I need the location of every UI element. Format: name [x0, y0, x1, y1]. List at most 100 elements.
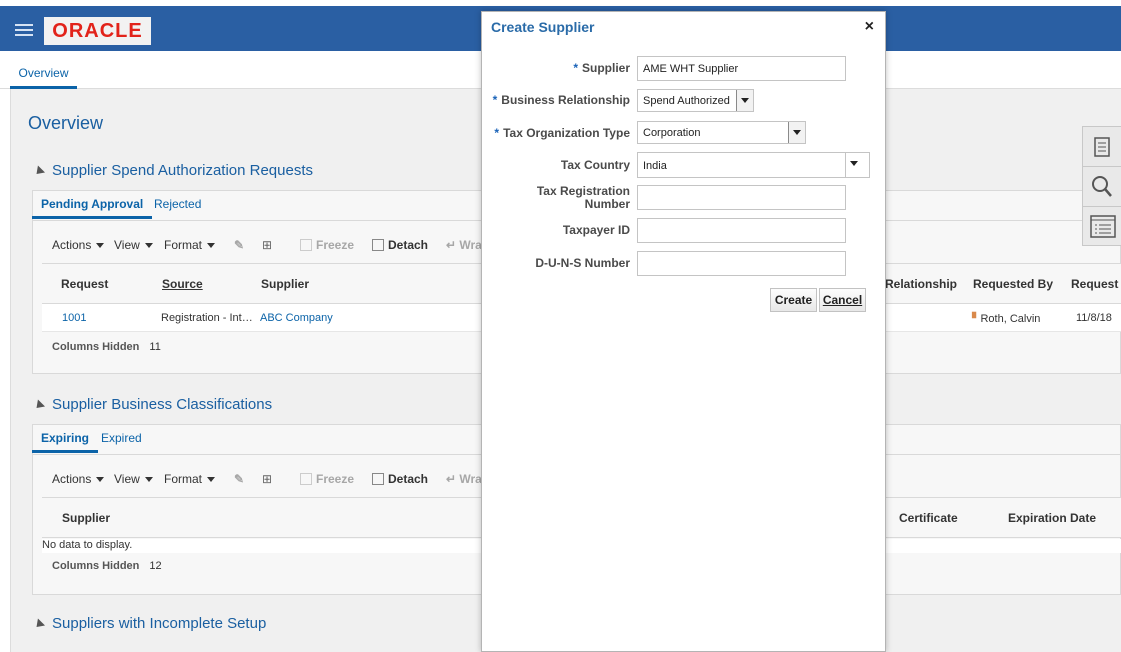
section-incomplete-setup-title[interactable]: Suppliers with Incomplete Setup	[32, 615, 266, 632]
cancel-button[interactable]: Cancel	[819, 288, 866, 312]
view-menu[interactable]: View	[114, 238, 153, 252]
wrap-icon: ↵	[446, 472, 460, 486]
caret-down-icon	[207, 477, 216, 483]
section-spend-authorization-title[interactable]: Supplier Spend Authorization Requests	[32, 162, 314, 179]
search-icon[interactable]	[1083, 167, 1121, 207]
tab-overview[interactable]: Overview	[10, 51, 77, 89]
detach-icon	[372, 473, 384, 485]
tax-registration-label: Tax Registration Number	[537, 185, 630, 211]
columns-hidden-status: Columns Hidden 12	[52, 560, 162, 572]
page-title: Overview	[28, 113, 104, 133]
tax-registration-label-line1: Tax Registration	[536, 184, 630, 198]
required-marker: *	[492, 93, 498, 107]
col-supplier[interactable]: Supplier	[261, 277, 309, 291]
business-relationship-select[interactable]: Spend Authorized	[637, 89, 754, 112]
requested-by-text: Roth, Calvin	[980, 313, 1041, 325]
columns-hidden-count: 12	[149, 560, 162, 572]
supplier-input[interactable]: AME WHT Supplier	[637, 56, 846, 81]
duns-input[interactable]	[637, 251, 846, 276]
caret-down-icon	[96, 243, 105, 249]
source-cell: Registration - Int…	[161, 312, 253, 324]
oracle-logo: ORACLE	[44, 17, 151, 45]
tax-registration-label-line2: Number	[584, 197, 630, 211]
tax-country-select[interactable]: India	[637, 152, 870, 178]
col-request-date[interactable]: Request	[1071, 277, 1118, 291]
required-marker: *	[494, 126, 500, 140]
section-business-classifications-title[interactable]: Supplier Business Classifications	[32, 396, 272, 413]
right-panel-dock	[1082, 126, 1121, 246]
chevron-down-icon[interactable]	[845, 153, 869, 177]
detach-icon	[372, 239, 384, 251]
actions-menu[interactable]: Actions	[52, 472, 105, 486]
col-source[interactable]: Source	[162, 277, 203, 291]
format-label: Format	[164, 472, 203, 486]
columns-hidden-label: Columns Hidden	[52, 341, 140, 353]
list-icon[interactable]	[1083, 207, 1121, 247]
col-request[interactable]: Request	[61, 277, 108, 291]
request-link[interactable]: 1001	[62, 312, 86, 324]
tax-org-type-value: Corporation	[643, 127, 701, 139]
format-menu[interactable]: Format	[164, 238, 216, 252]
col-expiration-date[interactable]: Expiration Date	[1008, 511, 1096, 525]
tab-expired[interactable]: Expired	[101, 431, 142, 453]
caret-down-icon	[96, 477, 105, 483]
format-menu[interactable]: Format	[164, 472, 216, 486]
supplier-link[interactable]: ABC Company	[260, 312, 333, 324]
col-certificate[interactable]: Certificate	[899, 511, 958, 525]
query-by-example-icon[interactable]: ⊞	[262, 238, 272, 252]
freeze-icon	[300, 473, 312, 485]
wrap-button[interactable]: ↵ Wra	[446, 238, 482, 252]
tab-pending-approval[interactable]: Pending Approval	[32, 197, 153, 219]
supplier-label-text: Supplier	[581, 61, 630, 75]
wrap-icon: ↵	[446, 238, 460, 252]
query-by-example-icon[interactable]: ⊞	[262, 472, 272, 486]
collapse-triangle-icon[interactable]	[32, 165, 46, 178]
business-relationship-value: Spend Authorized	[643, 95, 730, 107]
section-title-text: Supplier Spend Authorization Requests	[52, 162, 314, 179]
menu-icon[interactable]	[15, 24, 33, 37]
col-relationship[interactable]: Relationship	[885, 277, 957, 291]
wrap-label: Wra	[459, 238, 482, 252]
edit-pencil-icon[interactable]: ✎	[234, 472, 244, 486]
duns-label: D-U-N-S Number	[535, 256, 630, 270]
tasks-icon[interactable]	[1083, 127, 1121, 167]
caret-down-icon	[144, 243, 153, 249]
detach-button[interactable]: Detach	[372, 238, 428, 252]
collapse-triangle-icon[interactable]	[32, 399, 46, 412]
dialog-title: Create Supplier	[491, 19, 595, 35]
business-relationship-label-text: Business Relationship	[501, 93, 630, 107]
columns-hidden-label: Columns Hidden	[52, 560, 140, 572]
supplier-label: * Supplier	[573, 62, 630, 75]
detach-button[interactable]: Detach	[372, 472, 428, 486]
taxpayer-id-label: Taxpayer ID	[562, 223, 630, 237]
freeze-button[interactable]: Freeze	[300, 238, 354, 252]
wrap-label: Wra	[459, 472, 482, 486]
tax-org-type-select[interactable]: Corporation	[637, 121, 806, 144]
view-menu[interactable]: View	[114, 472, 153, 486]
tab-expiring[interactable]: Expiring	[32, 431, 99, 453]
wrap-button[interactable]: ↵ Wra	[446, 472, 482, 486]
taxpayer-id-input[interactable]	[637, 218, 846, 243]
create-supplier-dialog: Create Supplier × * Supplier AME WHT Supp…	[481, 11, 886, 652]
no-data-text: No data to display.	[42, 539, 133, 551]
edit-pencil-icon[interactable]: ✎	[234, 238, 244, 252]
request-date-cell: 11/8/18	[1076, 312, 1112, 324]
col-supplier[interactable]: Supplier	[62, 511, 110, 525]
tax-country-label: Tax Country	[560, 158, 630, 172]
chevron-down-icon[interactable]	[736, 90, 753, 111]
col-requested-by[interactable]: Requested By	[973, 277, 1053, 291]
columns-hidden-count: 11	[149, 341, 161, 353]
freeze-button[interactable]: Freeze	[300, 472, 354, 486]
actions-menu[interactable]: Actions	[52, 238, 105, 252]
close-icon[interactable]: ×	[865, 18, 874, 36]
business-relationship-label: * Business Relationship	[493, 94, 630, 107]
view-label: View	[114, 238, 140, 252]
freeze-label: Freeze	[316, 238, 355, 252]
chevron-down-icon[interactable]	[788, 122, 805, 143]
collapse-triangle-icon[interactable]	[32, 618, 46, 631]
create-button[interactable]: Create	[770, 288, 817, 312]
required-marker: *	[573, 61, 578, 75]
tab-rejected[interactable]: Rejected	[154, 197, 201, 219]
tax-registration-input[interactable]	[637, 185, 846, 210]
tax-country-value: India	[643, 160, 667, 172]
